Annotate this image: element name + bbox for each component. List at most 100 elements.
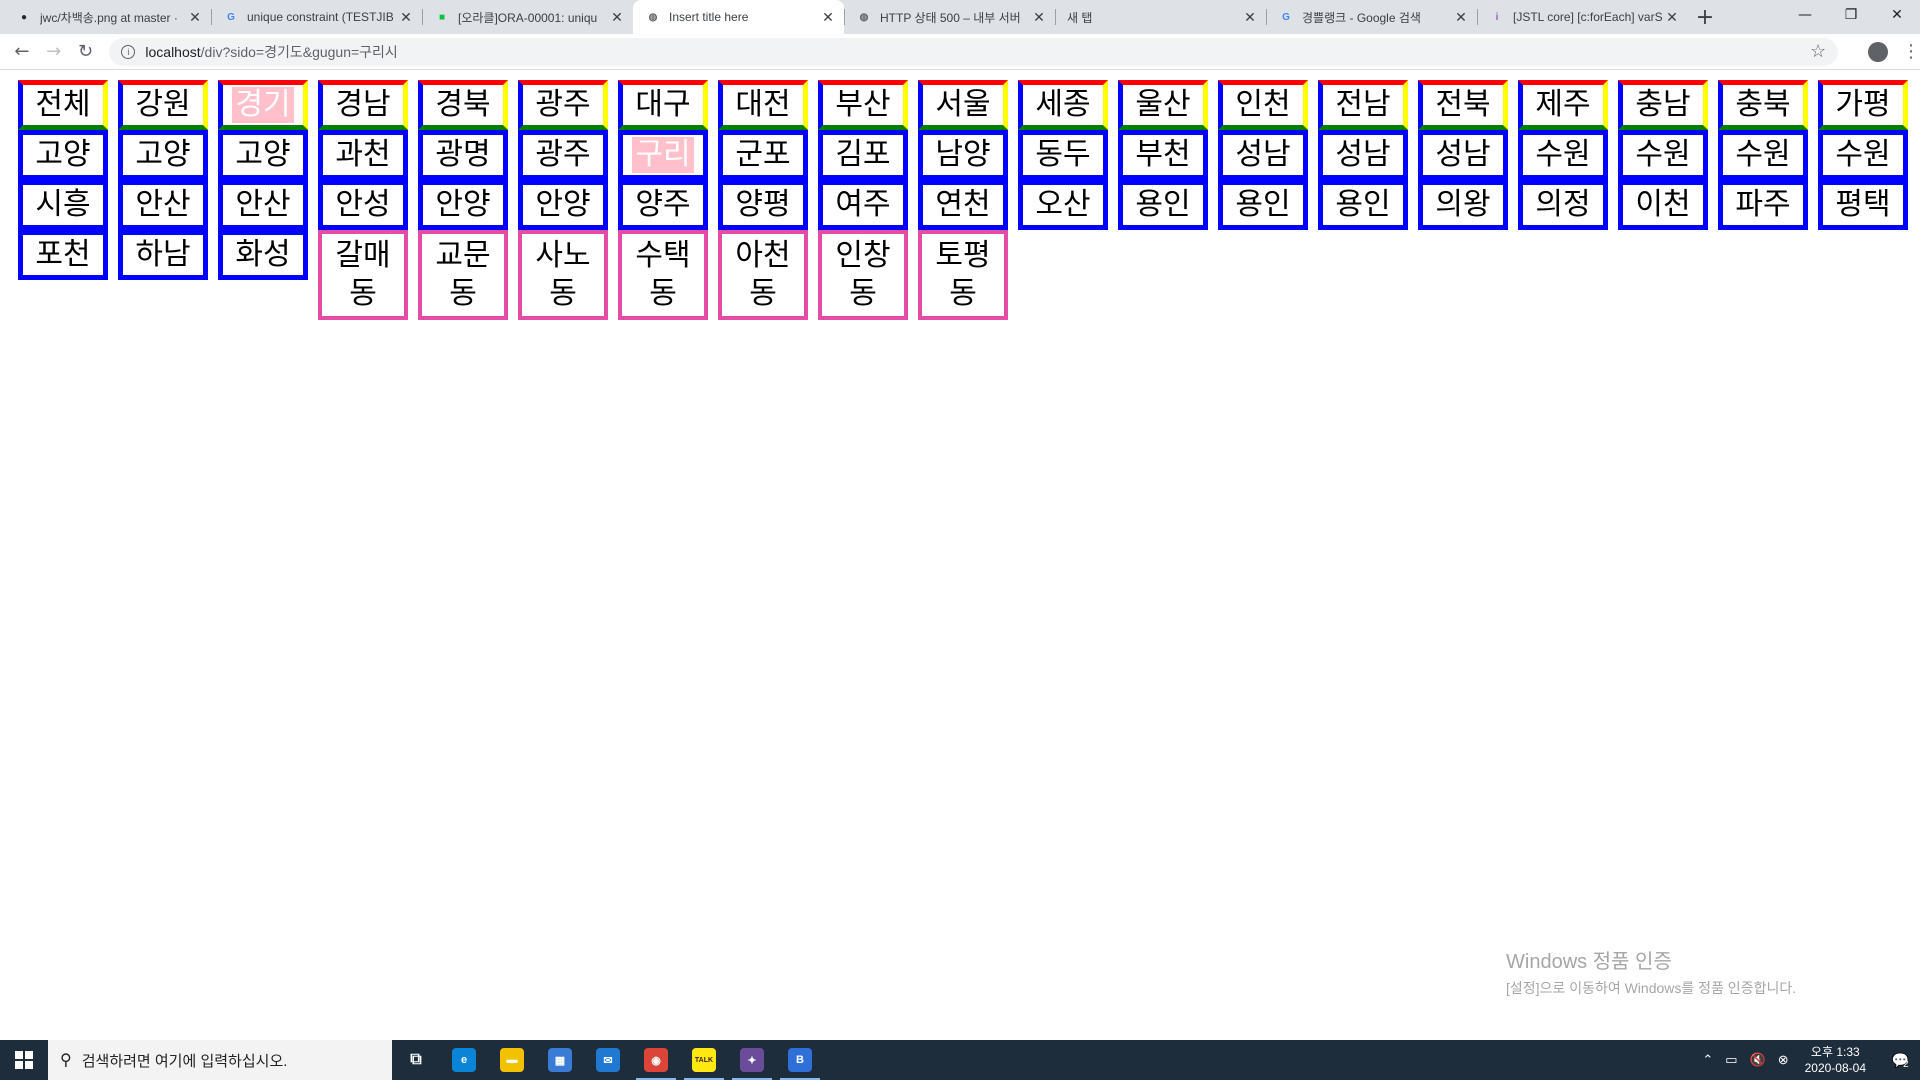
tray-overflow-icon[interactable]: ⌃ <box>1702 1052 1713 1068</box>
tab-close-icon[interactable]: ✕ <box>1664 9 1680 26</box>
gugun-button[interactable]: 성남 <box>1418 130 1508 180</box>
browser-tab[interactable]: Gunique constraint (TESTJIB ✕ <box>211 0 422 34</box>
gugun-button[interactable]: 의왕 <box>1418 180 1508 230</box>
gugun-button[interactable]: 동두 <box>1018 130 1108 180</box>
browser-tab[interactable]: 새 탭 ✕ <box>1055 0 1266 34</box>
volume-muted-icon[interactable]: 🔇 <box>1750 1052 1766 1068</box>
gugun-button[interactable]: 부천 <box>1118 130 1208 180</box>
sido-button[interactable]: 경기 <box>218 80 308 130</box>
dong-button[interactable]: 교문 동 <box>418 230 508 320</box>
gugun-button[interactable]: 고양 <box>18 130 108 180</box>
tab-close-icon[interactable]: ✕ <box>820 9 836 26</box>
gugun-button[interactable]: 연천 <box>918 180 1008 230</box>
gugun-button[interactable]: 용인 <box>1318 180 1408 230</box>
browser-tab[interactable]: ◍ HTTP 상태 500 – 내부 서버 ✕ <box>844 0 1055 34</box>
browser-tab[interactable]: ◍ Insert title here ✕ <box>633 0 844 34</box>
bookmark-star-icon[interactable]: ☆ <box>1810 41 1826 62</box>
gugun-button[interactable]: 수원 <box>1818 130 1908 180</box>
sido-button[interactable]: 대구 <box>618 80 708 130</box>
blue-app-taskbar-button[interactable]: B <box>776 1040 824 1080</box>
gugun-button[interactable]: 평택 <box>1818 180 1908 230</box>
edge-taskbar-button[interactable]: e <box>440 1040 488 1080</box>
new-tab-button[interactable]: + <box>1688 0 1722 34</box>
sido-button[interactable]: 경북 <box>418 80 508 130</box>
reload-button[interactable]: ↻ <box>70 36 102 68</box>
mail-taskbar-button[interactable]: ✉ <box>584 1040 632 1080</box>
gugun-button[interactable]: 포천 <box>18 230 108 280</box>
tab-close-icon[interactable]: ✕ <box>609 9 625 26</box>
minimize-button[interactable]: — <box>1782 0 1828 30</box>
sido-button[interactable]: 강원 <box>118 80 208 130</box>
profile-avatar-icon[interactable] <box>1868 41 1889 62</box>
gugun-button[interactable]: 안산 <box>118 180 208 230</box>
sido-button[interactable]: 광주 <box>518 80 608 130</box>
sido-button[interactable]: 부산 <box>818 80 908 130</box>
store-taskbar-button[interactable]: ▦ <box>536 1040 584 1080</box>
menu-kebab-icon[interactable]: ⋮ <box>1902 41 1920 62</box>
gugun-button[interactable]: 성남 <box>1318 130 1408 180</box>
gugun-button[interactable]: 군포 <box>718 130 808 180</box>
sido-button[interactable]: 가평 <box>1818 80 1908 130</box>
kakaotalk-taskbar-button[interactable]: TALK <box>680 1040 728 1080</box>
dong-button[interactable]: 아천 동 <box>718 230 808 320</box>
dong-button[interactable]: 수택 동 <box>618 230 708 320</box>
gugun-button[interactable]: 이천 <box>1618 180 1708 230</box>
sido-button[interactable]: 대전 <box>718 80 808 130</box>
browser-tab[interactable]: ■ [오라클]ORA-00001: uniqu ✕ <box>422 0 633 34</box>
sido-button[interactable]: 울산 <box>1118 80 1208 130</box>
tab-close-icon[interactable]: ✕ <box>187 9 203 26</box>
gugun-button[interactable]: 과천 <box>318 130 408 180</box>
gugun-button[interactable]: 안성 <box>318 180 408 230</box>
close-window-button[interactable]: ✕ <box>1874 0 1920 30</box>
gugun-button[interactable]: 안산 <box>218 180 308 230</box>
restore-button[interactable]: ❐ <box>1828 0 1874 30</box>
sido-button[interactable]: 경남 <box>318 80 408 130</box>
dong-button[interactable]: 사노 동 <box>518 230 608 320</box>
clock[interactable]: 오후 1:33 2020-08-04 <box>1805 1044 1866 1076</box>
taskbar-search-box[interactable]: ⚲ 검색하려면 여기에 입력하십시오. <box>48 1040 392 1080</box>
gugun-button[interactable]: 광명 <box>418 130 508 180</box>
info-icon[interactable]: i <box>121 44 136 59</box>
gugun-button[interactable]: 수원 <box>1518 130 1608 180</box>
gugun-button[interactable]: 김포 <box>818 130 908 180</box>
tab-close-icon[interactable]: ✕ <box>398 9 414 26</box>
url-text[interactable]: localhost/div?sido=경기도&gugun=구리시 <box>145 42 1810 62</box>
back-button[interactable]: ← <box>6 36 38 68</box>
file-explorer-taskbar-button[interactable]: ▬ <box>488 1040 536 1080</box>
sido-button[interactable]: 세종 <box>1018 80 1108 130</box>
dong-button[interactable]: 인창 동 <box>818 230 908 320</box>
address-bar[interactable]: i localhost/div?sido=경기도&gugun=구리시 ☆ <box>109 37 1839 66</box>
game-app-taskbar-button[interactable]: ✦ <box>728 1040 776 1080</box>
gugun-button[interactable]: 안양 <box>518 180 608 230</box>
gugun-button[interactable]: 수원 <box>1618 130 1708 180</box>
task-view-taskbar-button[interactable]: ⧉ <box>392 1040 440 1080</box>
gugun-button[interactable]: 용인 <box>1118 180 1208 230</box>
gugun-button[interactable]: 안양 <box>418 180 508 230</box>
status-icon[interactable]: ⊗ <box>1778 1052 1789 1068</box>
sido-button[interactable]: 전북 <box>1418 80 1508 130</box>
gugun-button[interactable]: 성남 <box>1218 130 1308 180</box>
gugun-button[interactable]: 수원 <box>1718 130 1808 180</box>
tab-close-icon[interactable]: ✕ <box>1242 9 1258 26</box>
gugun-button[interactable]: 광주 <box>518 130 608 180</box>
sido-button[interactable]: 제주 <box>1518 80 1608 130</box>
sido-button[interactable]: 서울 <box>918 80 1008 130</box>
gugun-button[interactable]: 용인 <box>1218 180 1308 230</box>
forward-button[interactable]: → <box>38 36 70 68</box>
sido-button[interactable]: 전남 <box>1318 80 1408 130</box>
sido-button[interactable]: 전체 <box>18 80 108 130</box>
gugun-button[interactable]: 여주 <box>818 180 908 230</box>
network-icon[interactable]: ▭ <box>1725 1052 1737 1068</box>
sido-button[interactable]: 인천 <box>1218 80 1308 130</box>
tab-close-icon[interactable]: ✕ <box>1031 9 1047 26</box>
notification-center-button[interactable]: 💬 2 <box>1880 1051 1920 1070</box>
sido-button[interactable]: 충남 <box>1618 80 1708 130</box>
gugun-button[interactable]: 고양 <box>118 130 208 180</box>
gugun-button[interactable]: 화성 <box>218 230 308 280</box>
browser-tab[interactable]: i [JSTL core] [c:forEach] varS ✕ <box>1477 0 1688 34</box>
browser-tab[interactable]: G 경쁠랭크 - Google 검색 ✕ <box>1266 0 1477 34</box>
gugun-button[interactable]: 의정 <box>1518 180 1608 230</box>
gugun-button[interactable]: 양평 <box>718 180 808 230</box>
tab-close-icon[interactable]: ✕ <box>1453 9 1469 26</box>
gugun-button[interactable]: 구리 <box>618 130 708 180</box>
